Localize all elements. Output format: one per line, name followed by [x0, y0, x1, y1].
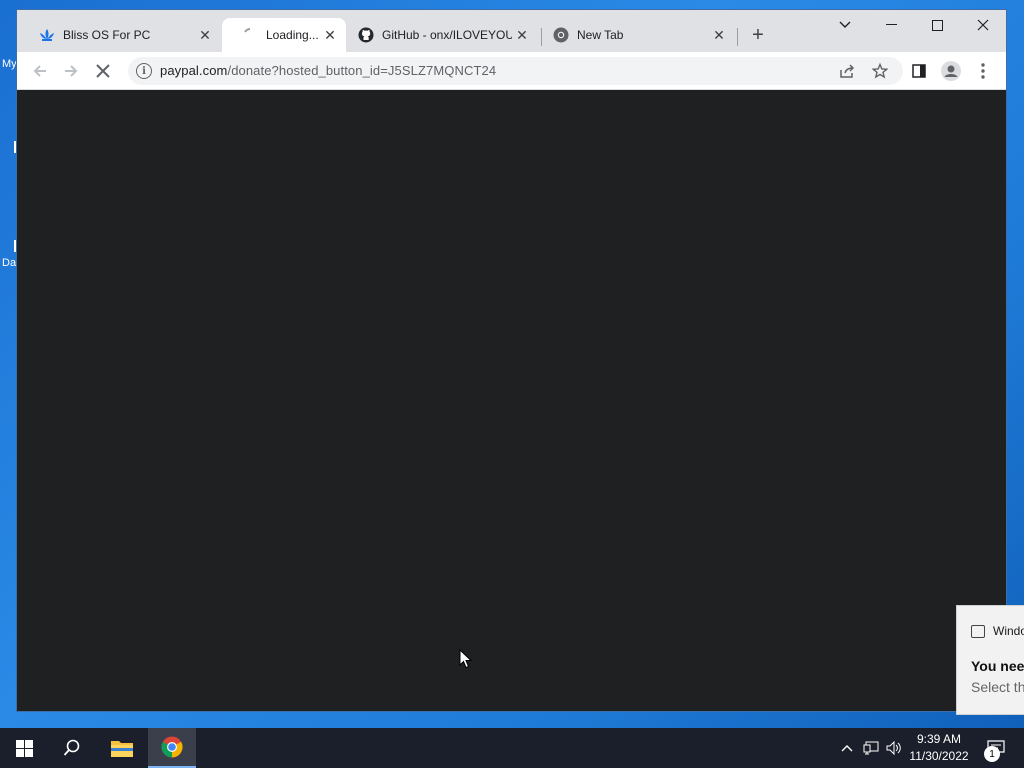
volume-button[interactable] [884, 728, 904, 768]
tab-title: Loading... [266, 28, 319, 42]
arrow-right-icon [65, 65, 78, 77]
chrome-taskbar-button[interactable] [148, 728, 196, 768]
browser-window: Bliss OS For PC ✕ Loading... ✕ GitHub - … [17, 10, 1006, 711]
network-button[interactable] [861, 728, 881, 768]
maximize-button[interactable] [914, 10, 960, 40]
site-info-icon[interactable]: i [136, 63, 152, 79]
share-icon [840, 64, 855, 78]
side-panel-button[interactable] [905, 57, 933, 85]
start-button[interactable] [0, 728, 48, 768]
tab-search-button[interactable] [822, 10, 868, 40]
clock-date: 11/30/2022 [909, 749, 969, 763]
toast-title: You nee [971, 658, 1024, 674]
close-icon [96, 64, 110, 78]
search-button[interactable] [48, 728, 96, 768]
taskbar-clock[interactable]: 9:39 AM 11/30/2022 [906, 731, 972, 765]
back-button[interactable] [26, 57, 54, 85]
tab-title: GitHub - onx/ILOVEYOU [382, 28, 512, 42]
tab-new-tab[interactable]: New Tab ✕ [543, 18, 735, 52]
star-icon [872, 63, 888, 79]
bliss-lotus-icon [39, 27, 55, 43]
url-path: /donate?hosted_button_id=J5SLZ7MQNCT24 [227, 63, 497, 78]
avatar-icon [941, 61, 961, 81]
toast-header: Windo [971, 624, 1024, 638]
speaker-icon [886, 741, 901, 755]
url-text[interactable]: paypal.com/donate?hosted_button_id=J5SLZ… [160, 63, 496, 78]
stop-loading-button[interactable] [89, 57, 117, 85]
side-panel-icon [912, 64, 926, 78]
windows-notification-toast[interactable]: Windo You nee Select th [956, 605, 1024, 715]
bookmark-star-button[interactable] [866, 57, 894, 85]
chrome-icon [553, 27, 569, 43]
folder-icon [111, 741, 133, 757]
close-tab-icon[interactable]: ✕ [195, 25, 215, 45]
mouse-cursor-icon [459, 649, 473, 669]
more-vert-icon [981, 63, 985, 79]
url-domain: paypal.com [160, 63, 228, 78]
tab-separator [737, 28, 738, 46]
new-tab-button[interactable]: + [748, 24, 768, 46]
chrome-icon [161, 736, 183, 758]
share-button[interactable] [834, 57, 862, 85]
chrome-menu-button[interactable] [969, 57, 997, 85]
chevron-down-icon [839, 21, 851, 28]
github-icon [358, 27, 374, 43]
tab-strip: Bliss OS For PC ✕ Loading... ✕ GitHub - … [17, 10, 1006, 52]
page-content[interactable] [17, 90, 1006, 711]
address-bar[interactable]: i paypal.com/donate?hosted_button_id=J5S… [128, 57, 903, 85]
minimize-button[interactable] [868, 10, 914, 40]
loading-spinner-icon [242, 27, 258, 43]
tab-bliss-os[interactable]: Bliss OS For PC ✕ [19, 18, 221, 52]
windows-logo-icon [15, 739, 33, 757]
profile-button[interactable] [937, 57, 965, 85]
tab-loading[interactable]: Loading... ✕ [222, 18, 346, 52]
toast-body: Select th [971, 679, 1024, 695]
close-tab-icon[interactable]: ✕ [709, 25, 729, 45]
chevron-up-icon [841, 745, 853, 752]
notification-count-badge: 1 [984, 746, 1000, 762]
close-tab-icon[interactable]: ✕ [320, 25, 340, 45]
forward-button[interactable] [57, 57, 85, 85]
tab-github[interactable]: GitHub - onx/ILOVEYOU ✕ [346, 18, 538, 52]
search-icon [63, 739, 80, 756]
browser-toolbar: i paypal.com/donate?hosted_button_id=J5S… [17, 52, 1006, 90]
desktop-icon-label-da[interactable]: Da [2, 257, 16, 269]
show-hidden-icons-button[interactable] [838, 728, 856, 768]
taskbar: 9:39 AM 11/30/2022 1 [0, 728, 1024, 768]
toast-app-name: Windo [993, 624, 1024, 638]
tab-separator [541, 28, 542, 46]
action-center-button[interactable]: 1 [976, 728, 1016, 768]
file-explorer-button[interactable] [98, 728, 146, 768]
tab-title: New Tab [577, 28, 624, 42]
close-window-button[interactable] [960, 10, 1006, 40]
windows-update-icon [971, 624, 985, 638]
desktop-icon-label-my[interactable]: My [2, 58, 17, 70]
tab-title: Bliss OS For PC [63, 28, 151, 42]
close-tab-icon[interactable]: ✕ [512, 25, 532, 45]
clock-time: 9:39 AM [916, 732, 962, 746]
blank-dark-page [17, 90, 1006, 711]
network-icon [863, 741, 879, 755]
arrow-left-icon [33, 65, 46, 77]
